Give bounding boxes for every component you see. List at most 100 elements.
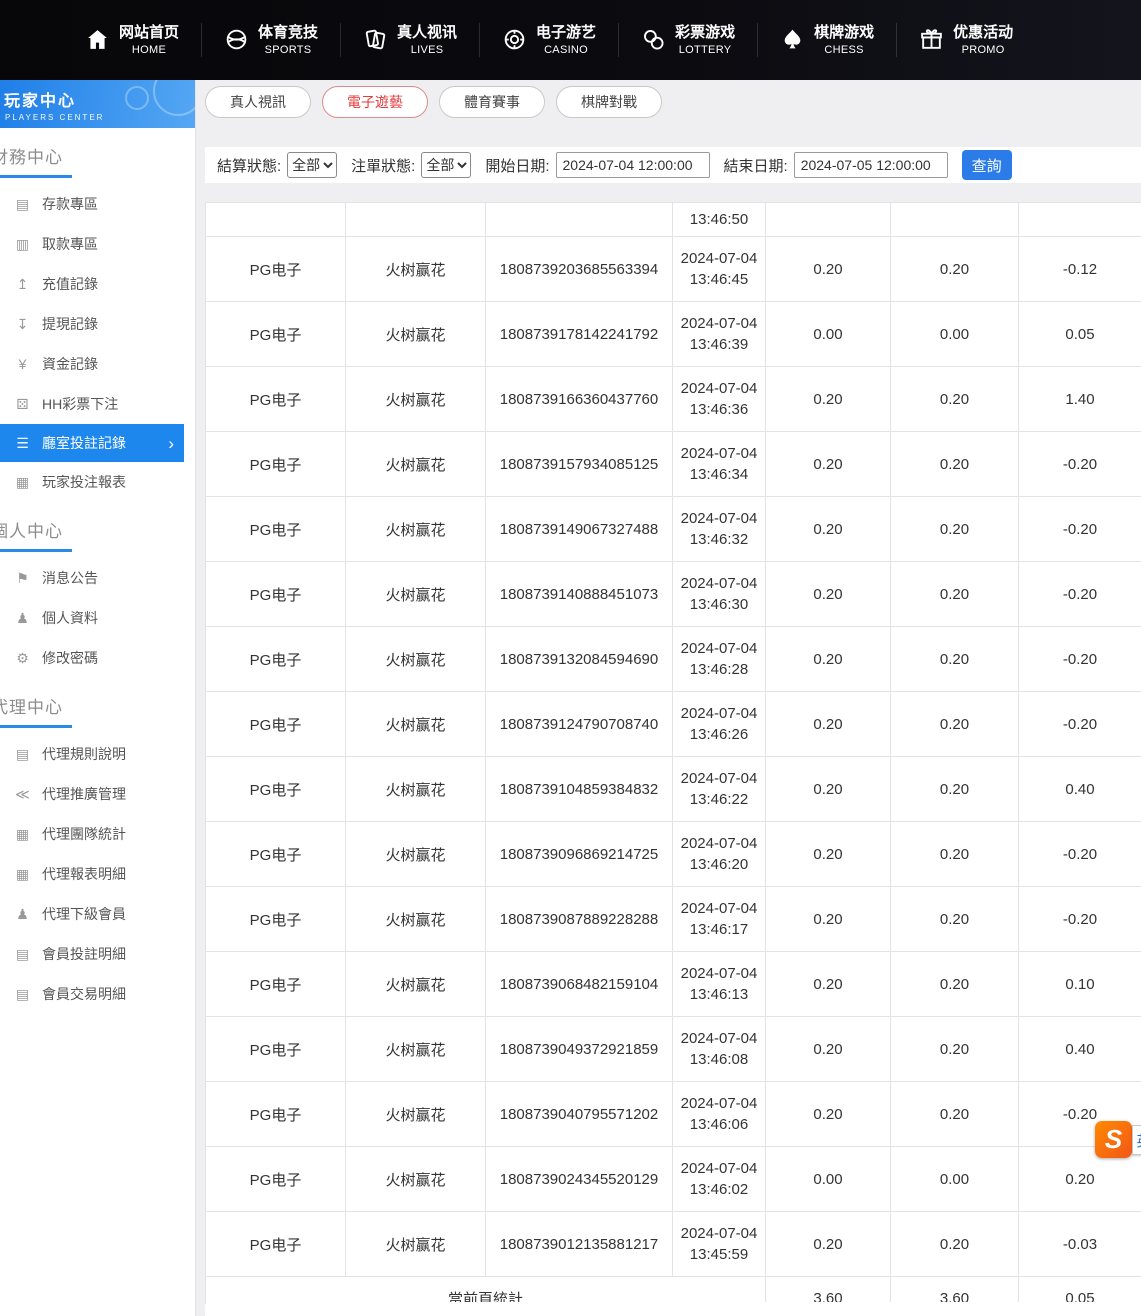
cell-bet-amount: 0.20: [766, 627, 891, 692]
bet-status-select[interactable]: 全部: [421, 152, 471, 178]
end-date-input[interactable]: [794, 152, 948, 178]
sidebar-item[interactable]: ▦代理團隊統計: [0, 814, 195, 854]
sidebar-item[interactable]: ☰廳室投註記錄›: [0, 424, 184, 462]
sidebar-item[interactable]: ↥充值記錄: [0, 264, 195, 304]
cell-date: 2024-07-04: [677, 833, 761, 854]
top-nav-items: 网站首页HOME 体育竞技SPORTS 真人视讯LIVES 电子游艺CASINO 彩票游…: [0, 0, 1141, 80]
sidebar-item[interactable]: ⚙修改密碼: [0, 638, 195, 678]
sidebar-item-label: 個人資料: [42, 608, 98, 628]
cell-datetime: 2024-07-0413:46:26: [673, 692, 766, 757]
sidebar-item[interactable]: ▦玩家投注報表: [0, 462, 195, 502]
sidebar-item[interactable]: ▥ 取款專區: [0, 224, 195, 264]
sidebar-item[interactable]: ▤會員交易明細: [0, 974, 195, 1014]
cell-provider: PG电子: [206, 1082, 346, 1147]
cell-bet-amount: 0.00: [766, 302, 891, 367]
cell-bet-amount: 0.20: [766, 822, 891, 887]
spade-icon: [780, 27, 805, 52]
sidebar-item[interactable]: ▤存款專區: [0, 184, 195, 224]
cell-provider: PG电子: [206, 432, 346, 497]
sidebar-item-label: 玩家投注報表: [42, 472, 126, 492]
cell-datetime: 13:46:50: [673, 203, 766, 237]
nav-item-title: 网站首页: [119, 23, 179, 43]
sidebar-item[interactable]: ↧提現記錄: [0, 304, 195, 344]
sidebar-item[interactable]: ⚑消息公告: [0, 558, 195, 598]
cell-provider: PG电子: [206, 887, 346, 952]
cell-date: 2024-07-04: [677, 703, 761, 724]
ime-widget[interactable]: S 英: [1095, 1121, 1141, 1158]
nav-item-subtitle: LOTTERY: [679, 43, 732, 57]
cell-order-id: 1808739087889228288: [486, 887, 673, 952]
cell-bet-amount: 0.20: [766, 1017, 891, 1082]
sidebar-item-label: 充值記錄: [42, 274, 98, 294]
sidebar-item[interactable]: ♟個人資料: [0, 598, 195, 638]
sidebar-item[interactable]: ¥資金記錄: [0, 344, 195, 384]
sidebar-item-label: 取款專區: [42, 234, 98, 254]
nav-item-sports[interactable]: 体育竞技SPORTS: [224, 23, 318, 57]
sidebar-item-label: 提現記錄: [42, 314, 98, 334]
sidebar-item[interactable]: ♟代理下級會員: [0, 894, 195, 934]
cell-order-id: 1808739040795571202: [486, 1082, 673, 1147]
cell-bet-amount: 0.20: [766, 952, 891, 1017]
chevron-right-icon: ›: [168, 435, 174, 452]
sogou-ime-icon[interactable]: S: [1095, 1121, 1132, 1158]
nav-item-chess[interactable]: 棋牌游戏CHESS: [780, 23, 874, 57]
cell-order-id: 1808739104859384832: [486, 757, 673, 822]
table-row: PG电子火树赢花18087390407955712022024-07-0413:…: [206, 1082, 1141, 1147]
sidebar-item[interactable]: ▤代理規則說明: [0, 734, 195, 774]
cell-valid-amount: 0.20: [891, 562, 1019, 627]
start-date-input[interactable]: [556, 152, 710, 178]
table-row: PG电子火树赢花18087390684821591042024-07-0413:…: [206, 952, 1141, 1017]
nav-item-promo[interactable]: 优惠活动PROMO: [919, 23, 1013, 57]
nav-item-title: 优惠活动: [953, 23, 1013, 43]
tab-sports-events[interactable]: 體育賽事: [439, 86, 545, 118]
room-bet-record-icon: ☰: [14, 435, 31, 452]
cell-datetime: 2024-07-0413:46:06: [673, 1082, 766, 1147]
top-nav: 网站首页HOME 体育竞技SPORTS 真人视讯LIVES 电子游艺CASINO 彩票游…: [0, 0, 1141, 80]
tab-chess-battle[interactable]: 棋牌對戰: [556, 86, 662, 118]
table-row: PG电子火树赢花18087391247907087402024-07-0413:…: [206, 692, 1141, 757]
cell-win-loss: 0.40: [1019, 1017, 1141, 1082]
tab-electronic-games[interactable]: 電子遊藝: [322, 86, 428, 118]
cell-game: 火树赢花: [346, 562, 486, 627]
sidebar-item[interactable]: ▤會員投註明細: [0, 934, 195, 974]
cell-win-loss: -0.20: [1019, 432, 1141, 497]
cell-order-id: 1808739203685563394: [486, 237, 673, 302]
cell-datetime: 2024-07-0413:46:22: [673, 757, 766, 822]
tab-live-video[interactable]: 真人視訊: [205, 86, 311, 118]
cell-time: 13:46:28: [677, 659, 761, 680]
nav-item-lives[interactable]: 真人视讯LIVES: [363, 23, 457, 57]
nav-item-title: 彩票游戏: [675, 23, 735, 43]
nav-item-casino[interactable]: 电子游艺CASINO: [502, 23, 596, 57]
nav-separator: [618, 23, 619, 57]
cell-valid-amount: 0.00: [891, 1147, 1019, 1212]
cell-order-id: 1808739157934085125: [486, 432, 673, 497]
sidebar-item[interactable]: ⚄HH彩票下注: [0, 384, 195, 424]
ime-language-indicator[interactable]: 英: [1132, 1125, 1141, 1155]
sidebar-item[interactable]: ≪代理推廣管理: [0, 774, 195, 814]
cell-date: 2024-07-04: [677, 963, 761, 984]
search-button[interactable]: 查詢: [962, 150, 1012, 180]
nav-item-lottery[interactable]: 彩票游戏LOTTERY: [641, 23, 735, 57]
cell-time: 13:45:59: [677, 1244, 761, 1265]
sidebar-item-label: 代理推廣管理: [42, 784, 126, 804]
cell-game: 火树赢花: [346, 692, 486, 757]
cell-order-id: 1808739178142241792: [486, 302, 673, 367]
cell-datetime: 2024-07-0413:46:45: [673, 237, 766, 302]
nav-item-title: 棋牌游戏: [814, 23, 874, 43]
cell-datetime: 2024-07-0413:46:08: [673, 1017, 766, 1082]
cell-provider: PG电子: [206, 1147, 346, 1212]
sidebar-item-label: 消息公告: [42, 568, 98, 588]
cell-provider: PG电子: [206, 627, 346, 692]
cell-date: 2024-07-04: [677, 1223, 761, 1244]
withdraw-icon: ▥: [14, 236, 31, 253]
nav-item-home[interactable]: 网站首页HOME: [85, 23, 179, 57]
settle-status-label: 結算狀態:: [217, 155, 281, 176]
cell-valid-amount: 0.20: [891, 627, 1019, 692]
sidebar-section-title: 財務中心: [0, 143, 195, 168]
cell-bet-amount: 0.20: [766, 432, 891, 497]
cell-provider: PG电子: [206, 367, 346, 432]
settle-status-select[interactable]: 全部: [287, 152, 337, 178]
cell-bet-amount: 0.20: [766, 1212, 891, 1277]
cell-valid-amount: 0.20: [891, 497, 1019, 562]
sidebar-item[interactable]: ▦代理報表明細: [0, 854, 195, 894]
